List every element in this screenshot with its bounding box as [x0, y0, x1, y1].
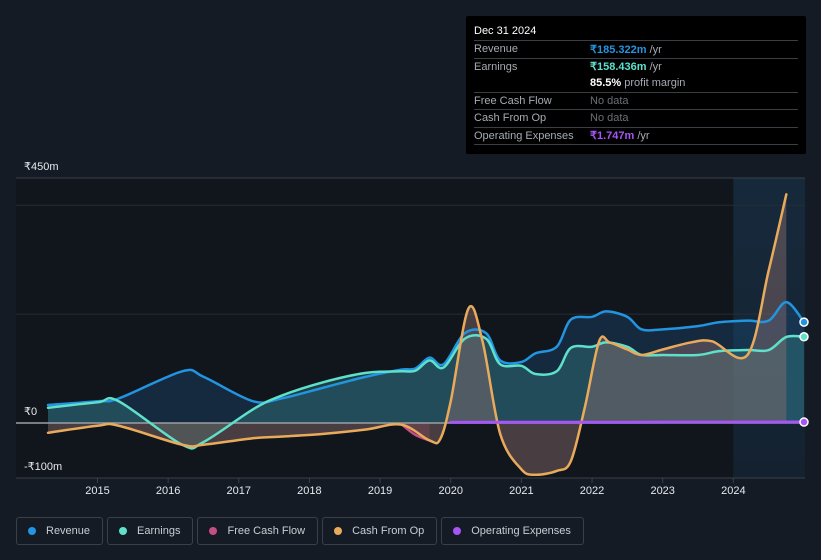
x-tick-label: 2017: [226, 485, 252, 497]
tooltip-row: 85.5% profit margin: [474, 75, 798, 93]
tooltip-value: ₹158.436m /yr: [590, 61, 662, 74]
tooltip-row: Cash From Op No data: [474, 110, 798, 128]
tooltip-value: No data: [590, 94, 629, 107]
x-tick-label: 2018: [297, 485, 322, 497]
end-marker-revenue: [799, 317, 809, 327]
legend-dot-icon: [209, 527, 218, 535]
tooltip-row: Revenue ₹185.322m /yr: [474, 41, 798, 59]
legend-item-free-cash-flow[interactable]: Free Cash Flow: [197, 517, 319, 545]
legend-label: Operating Expenses: [471, 525, 571, 537]
legend-item-earnings[interactable]: Earnings: [107, 517, 194, 545]
legend-dot-icon: [28, 527, 36, 535]
x-tick-label: 2015: [85, 485, 110, 497]
legend-item-cash-from-op[interactable]: Cash From Op: [322, 517, 438, 545]
legend-item-revenue[interactable]: Revenue: [16, 517, 104, 545]
x-tick-label: 2019: [367, 485, 393, 497]
x-tick-label: 2021: [509, 485, 534, 497]
tooltip-value: ₹185.322m /yr: [590, 43, 662, 56]
end-marker-operating-expenses: [799, 417, 809, 427]
tooltip-value: ₹1.747m /yr: [590, 130, 650, 143]
legend-label: Cash From Op: [352, 525, 425, 537]
tooltip-value: No data: [590, 112, 629, 125]
tooltip-row: Free Cash Flow No data: [474, 93, 798, 110]
legend-label: Earnings: [137, 525, 181, 537]
tooltip-label: Operating Expenses: [474, 129, 574, 142]
tooltip-row: Operating Expenses ₹1.747m /yr: [474, 128, 798, 145]
tooltip-label: Free Cash Flow: [474, 94, 552, 107]
legend-label: Free Cash Flow: [227, 525, 306, 537]
end-marker-earnings: [799, 332, 809, 342]
tooltip-label: Cash From Op: [474, 112, 547, 125]
x-tick-label: 2023: [650, 485, 675, 497]
legend-label: Revenue: [46, 525, 91, 537]
legend-item-operating-expenses[interactable]: Operating Expenses: [441, 517, 584, 545]
legend-dot-icon: [453, 527, 462, 535]
tooltip: Dec 31 2024 Revenue ₹185.322m /yr Earnings…: [466, 16, 806, 154]
legend-dot-icon: [119, 527, 128, 535]
tooltip-label: Earnings: [474, 60, 518, 73]
x-tick-label: 2020: [438, 485, 463, 497]
x-tick-label: 2024: [721, 485, 746, 497]
y-tick-label: -₹100m: [24, 461, 63, 473]
tooltip-label: Revenue: [474, 43, 519, 56]
tooltip-row: Earnings ₹158.436m /yr: [474, 59, 798, 76]
x-tick-label: 2022: [579, 485, 605, 497]
tooltip-value: 85.5% profit margin: [590, 77, 686, 90]
y-tick-label: ₹450m: [24, 161, 59, 173]
legend: Revenue Earnings Free Cash Flow Cash From O…: [16, 517, 584, 545]
y-tick-label: ₹0: [24, 406, 38, 418]
x-tick-label: 2016: [155, 485, 181, 497]
tooltip-date: Dec 31 2024: [474, 23, 798, 41]
legend-dot-icon: [334, 527, 343, 535]
